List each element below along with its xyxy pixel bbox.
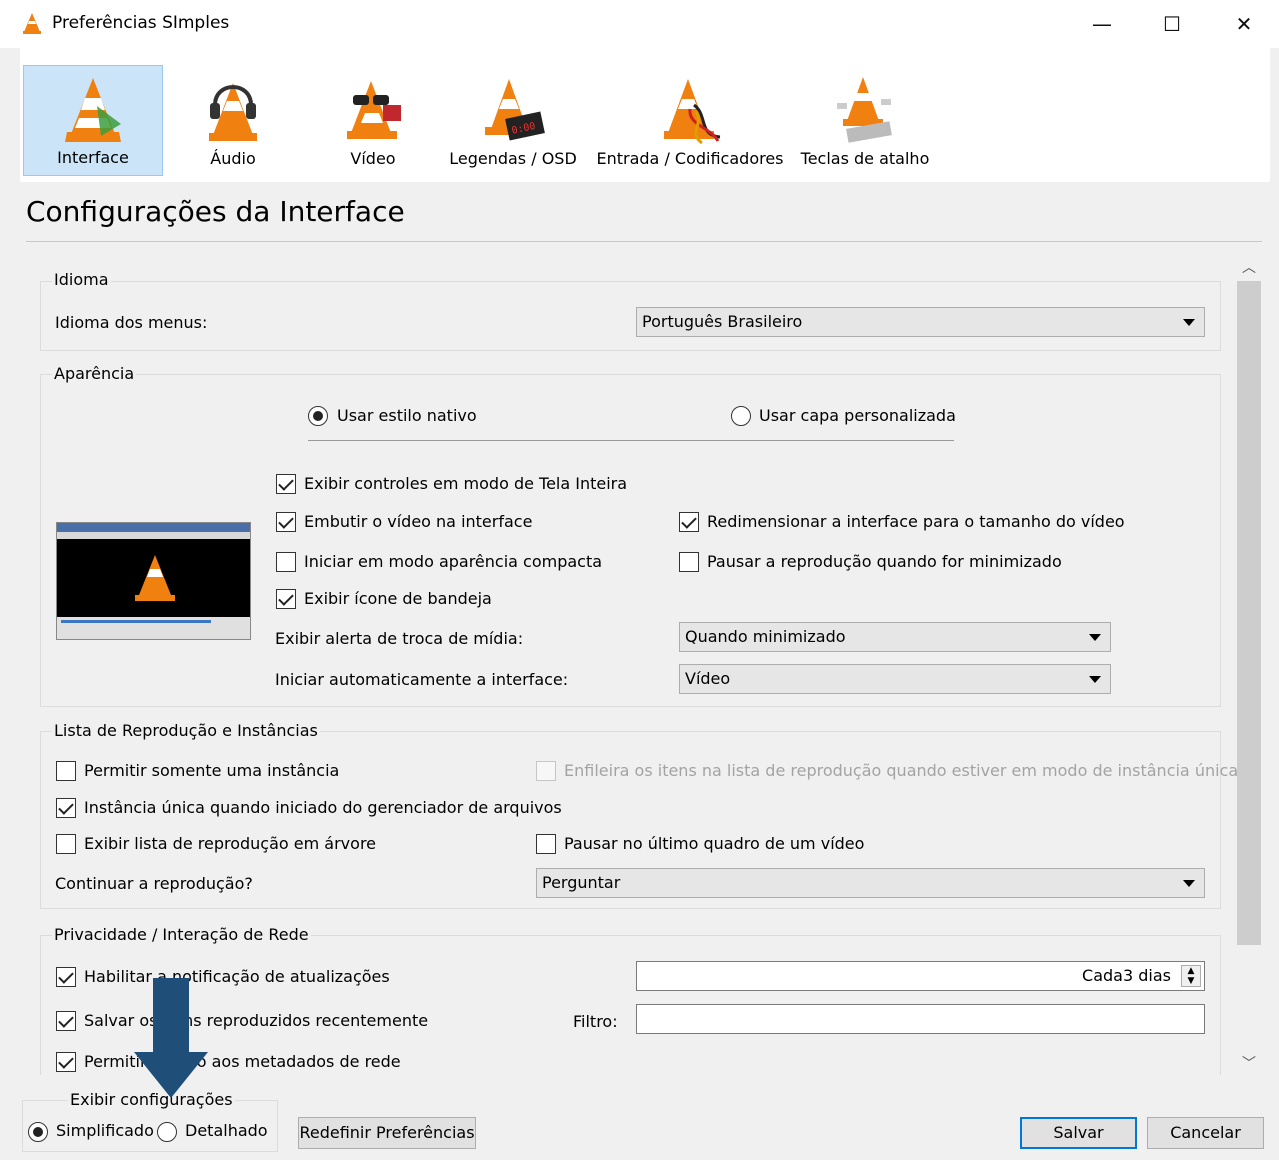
menu-language-select[interactable]: Português Brasileiro — [636, 307, 1205, 337]
group-language-legend: Idioma — [52, 270, 111, 289]
vlc-cone-preview-icon — [135, 555, 175, 601]
close-button[interactable]: ✕ — [1214, 6, 1274, 42]
tab-subtitles-osd[interactable]: 0:00 Legendas / OSD — [443, 65, 583, 176]
cancel-button[interactable]: Cancelar — [1147, 1117, 1264, 1149]
tab-label: Teclas de atalho — [800, 149, 930, 168]
tab-label: Vídeo — [350, 149, 396, 168]
maximize-button[interactable]: ☐ — [1142, 6, 1202, 42]
network-metadata-label: Permitir acesso aos metadados de rede — [84, 1052, 401, 1071]
custom-skin-label: Usar capa personalizada — [759, 406, 956, 425]
continue-playback-select[interactable]: Perguntar — [536, 868, 1205, 898]
media-alert-select[interactable]: Quando minimizado — [679, 622, 1111, 652]
native-style-label: Usar estilo nativo — [337, 406, 477, 425]
single-from-file-manager-checkbox[interactable] — [56, 798, 76, 818]
reset-preferences-button[interactable]: Redefinir Preferências — [298, 1117, 476, 1149]
tab-label: Legendas / OSD — [449, 149, 577, 168]
update-interval-spinbox[interactable]: Cada3 dias ▲ ▼ — [636, 961, 1205, 991]
enqueue-items-label: Enfileira os itens na lista de reproduçã… — [564, 761, 1239, 780]
pause-minimized-label: Pausar a reprodução quando for minimizad… — [707, 552, 1062, 571]
resize-interface-label: Redimensionar a interface para o tamanho… — [707, 512, 1125, 531]
group-appearance-legend: Aparência — [52, 364, 137, 383]
vlc-logo-icon — [23, 13, 41, 34]
title-divider — [26, 241, 1262, 242]
tab-label: Entrada / Codificadores — [596, 149, 784, 168]
single-instance-label: Permitir somente uma instância — [84, 761, 340, 780]
chevron-down-icon — [1183, 319, 1195, 326]
embed-video-checkbox[interactable] — [276, 512, 296, 532]
custom-skin-radio[interactable] — [731, 406, 751, 426]
tab-interface[interactable]: Interface — [23, 65, 163, 176]
simple-mode-label: Simplificado — [56, 1121, 154, 1140]
down-arrow-annotation-icon — [134, 978, 208, 1098]
settings-scroll-area[interactable]: Idioma Idioma dos menus: Português Brasi… — [26, 253, 1264, 1075]
tab-label: Áudio — [210, 149, 256, 168]
tab-audio[interactable]: Áudio — [163, 65, 303, 176]
media-alert-value: Quando minimizado — [685, 627, 846, 646]
vlc-cone-glasses-icon — [347, 81, 401, 139]
vlc-cone-interface-icon — [65, 78, 121, 142]
network-metadata-checkbox[interactable] — [56, 1052, 76, 1072]
category-toolbar: Interface Áudio Vídeo 0:00 Legendas / OS… — [20, 48, 1270, 182]
enqueue-items-checkbox[interactable] — [536, 761, 556, 781]
scroll-down-icon[interactable]: ﹀ — [1236, 1051, 1262, 1075]
detailed-mode-radio[interactable] — [157, 1122, 177, 1142]
autostart-select[interactable]: Vídeo — [679, 664, 1111, 694]
native-style-radio[interactable] — [308, 406, 328, 426]
page-title: Configurações da Interface — [26, 195, 405, 228]
continue-playback-label: Continuar a reprodução? — [55, 874, 253, 893]
title-bar: Preferências SImples — ☐ ✕ — [0, 0, 1279, 48]
chevron-down-icon — [1183, 880, 1195, 887]
window-title: Preferências SImples — [52, 13, 230, 33]
autostart-value: Vídeo — [685, 669, 731, 688]
continue-playback-value: Perguntar — [542, 873, 621, 892]
tab-label: Interface — [57, 148, 129, 167]
fullscreen-controls-checkbox[interactable] — [276, 474, 296, 494]
tray-icon-checkbox[interactable] — [276, 589, 296, 609]
detailed-mode-label: Detalhado — [185, 1121, 268, 1140]
filter-input[interactable] — [636, 1004, 1205, 1034]
update-notification-checkbox[interactable] — [56, 967, 76, 987]
vlc-cone-cables-icon — [664, 79, 721, 145]
interface-preview-image — [56, 522, 251, 640]
tree-playlist-label: Exibir lista de reprodução em árvore — [84, 834, 377, 853]
spin-arrows-icon[interactable]: ▲ ▼ — [1181, 965, 1201, 987]
pause-last-frame-label: Pausar no último quadro de um vídeo — [564, 834, 865, 853]
style-divider — [308, 440, 954, 441]
resize-interface-checkbox[interactable] — [679, 512, 699, 532]
fullscreen-controls-label: Exibir controles em modo de Tela Inteira — [304, 474, 628, 493]
vlc-cone-headphones-icon — [209, 83, 257, 141]
autostart-label: Iniciar automaticamente a interface: — [275, 670, 569, 689]
vlc-cone-clock-icon: 0:00 — [485, 79, 545, 141]
tab-video[interactable]: Vídeo — [303, 65, 443, 176]
tray-icon-label: Exibir ícone de bandeja — [304, 589, 492, 608]
tab-input-codecs[interactable]: Entrada / Codificadores — [595, 65, 785, 176]
simple-mode-radio[interactable] — [28, 1122, 48, 1142]
filter-label: Filtro: — [573, 1012, 618, 1031]
single-instance-checkbox[interactable] — [56, 761, 76, 781]
menu-language-value: Português Brasileiro — [642, 312, 803, 331]
single-from-file-manager-label: Instância única quando iniciado do geren… — [84, 798, 562, 817]
compact-mode-label: Iniciar em modo aparência compacta — [304, 552, 603, 571]
compact-mode-checkbox[interactable] — [276, 552, 296, 572]
vlc-cone-keyboard-icon — [837, 77, 892, 143]
save-button[interactable]: Salvar — [1020, 1117, 1137, 1149]
update-interval-value: Cada3 dias — [1082, 966, 1171, 985]
minimize-button[interactable]: — — [1072, 6, 1132, 42]
scroll-up-icon[interactable]: ︿ — [1236, 255, 1262, 279]
update-notification-label: Habilitar a notificação de atualizações — [84, 967, 390, 986]
vertical-scrollbar[interactable]: ︿ ﹀ — [1236, 253, 1262, 1075]
tab-hotkeys[interactable]: Teclas de atalho — [795, 65, 935, 176]
tree-playlist-checkbox[interactable] — [56, 834, 76, 854]
pause-minimized-checkbox[interactable] — [679, 552, 699, 572]
menu-language-label: Idioma dos menus: — [55, 313, 208, 332]
recent-items-checkbox[interactable] — [56, 1011, 76, 1031]
pause-last-frame-checkbox[interactable] — [536, 834, 556, 854]
group-playlist-legend: Lista de Reprodução e Instâncias — [52, 721, 320, 740]
group-privacy-legend: Privacidade / Interação de Rede — [52, 925, 311, 944]
chevron-down-icon — [1089, 676, 1101, 683]
chevron-down-icon — [1089, 634, 1101, 641]
embed-video-label: Embutir o vídeo na interface — [304, 512, 533, 531]
scrollbar-thumb[interactable] — [1237, 281, 1261, 945]
media-alert-label: Exibir alerta de troca de mídia: — [275, 629, 524, 648]
